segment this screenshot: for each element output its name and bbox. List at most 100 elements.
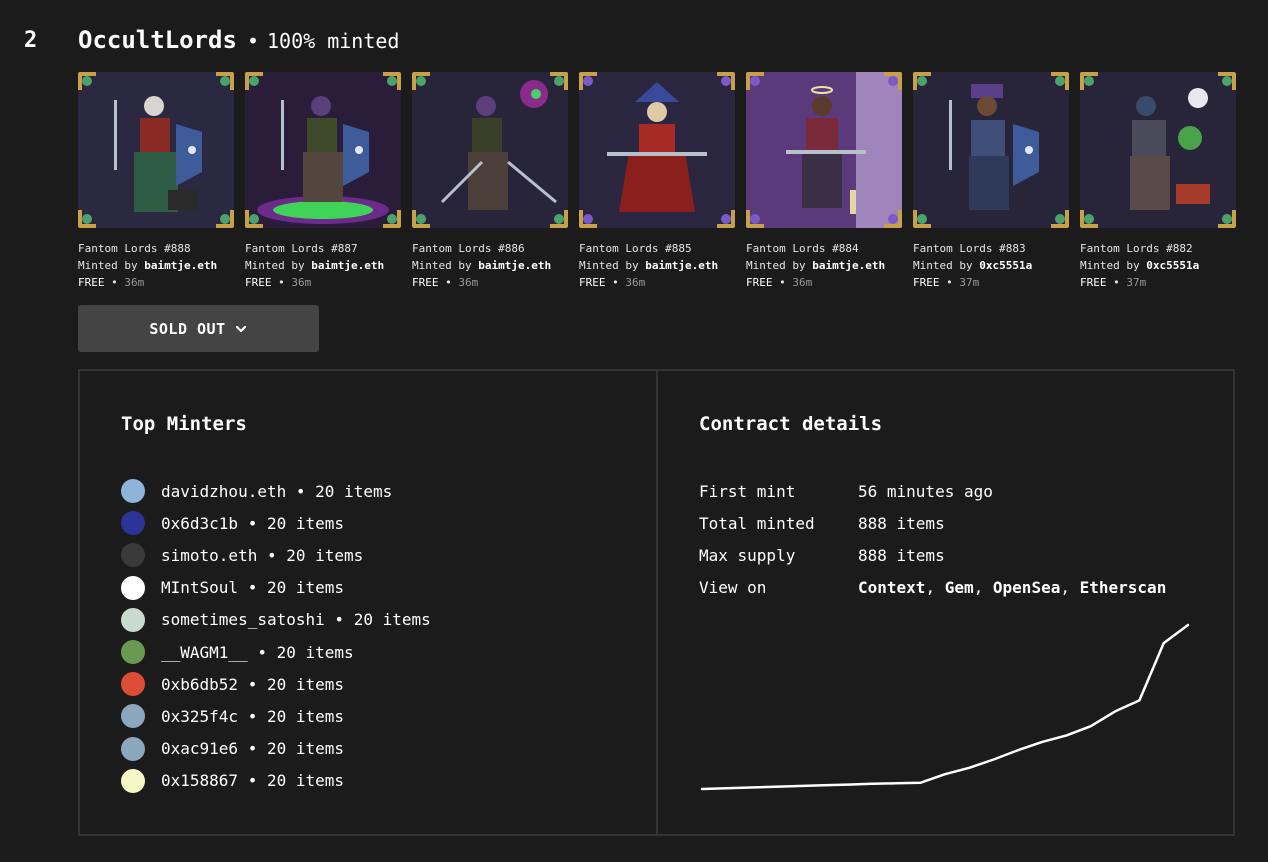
minter-name[interactable]: sometimes_satoshi [161,610,325,629]
nft-thumbnail[interactable] [913,72,1069,228]
minter-name[interactable]: 0xac91e6 [161,739,238,758]
chart-series-line [700,623,1190,791]
nft-thumbnail[interactable] [78,72,234,228]
nft-price-time: FREE • 37m [913,276,980,289]
minter-link[interactable]: baimtje.eth [144,259,217,272]
top-minter-row[interactable]: 0xac91e6 • 20 items [121,733,431,765]
link-opensea[interactable]: OpenSea [993,578,1060,597]
detail-row-view-on: View on Context, Gem, OpenSea, Etherscan [699,572,1166,604]
avatar [121,768,145,793]
collection-name[interactable]: OccultLords [78,26,237,54]
nft-name: Fantom Lords #883 [913,242,1026,255]
minter-name[interactable]: simoto.eth [161,546,257,565]
minter-link[interactable]: baimtje.eth [645,259,718,272]
link-etherscan[interactable]: Etherscan [1080,578,1167,597]
minter-count: 20 items [353,610,431,630]
nft-minted-by: Minted by 0xc5551a [1080,259,1200,272]
avatar [121,672,145,697]
minted-percentage: 100% minted [267,29,400,53]
top-minter-row[interactable]: 0x325f4c • 20 items [121,700,431,732]
mint-progress-chart [700,623,1190,791]
top-minter-row[interactable]: 0x6d3c1b • 20 items [121,507,431,539]
avatar [121,543,145,568]
minter-name[interactable]: MIntSoul [161,578,238,597]
nft-thumbnail[interactable] [1080,72,1236,228]
nft-thumbnail[interactable] [245,72,401,228]
view-on-links: Context, Gem, OpenSea, Etherscan [858,578,1167,598]
top-minters-list: davidzhou.eth • 20 items 0x6d3c1b • 20 i… [121,475,431,797]
top-minter-row[interactable]: 0x158867 • 20 items [121,765,431,797]
sold-out-button[interactable]: SOLD OUT [78,305,319,352]
header-separator: • [246,29,259,53]
avatar [121,704,145,729]
minter-name[interactable]: davidzhou.eth [161,482,286,501]
minter-name[interactable]: __WAGM1__ [161,643,248,662]
sold-out-label: SOLD OUT [149,319,226,338]
nft-name: Fantom Lords #887 [245,242,358,255]
minter-count: 20 items [266,706,345,726]
nft-price-time: FREE • 36m [579,276,646,289]
stats-panel: Top Minters davidzhou.eth • 20 items 0x6… [78,369,1235,836]
minter-link[interactable]: baimtje.eth [478,259,551,272]
nft-card[interactable]: Fantom Lords #883 Minted by 0xc5551a FRE… [913,72,1069,291]
top-minter-row[interactable]: MIntSoul • 20 items [121,572,431,604]
nft-card[interactable]: Fantom Lords #886 Minted by baimtje.eth … [412,72,568,291]
link-context[interactable]: Context [858,578,925,597]
nft-minted-by: Minted by 0xc5551a [913,259,1033,272]
nft-thumbnail[interactable] [579,72,735,228]
nft-card[interactable]: Fantom Lords #888 Minted by baimtje.eth … [78,72,234,291]
top-minter-row[interactable]: sometimes_satoshi • 20 items [121,604,431,636]
avatar [121,479,145,504]
nft-price-time: FREE • 36m [412,276,479,289]
nft-name: Fantom Lords #888 [78,242,191,255]
minter-name[interactable]: 0x158867 [161,771,238,790]
minter-link[interactable]: 0xc5551a [979,259,1032,272]
minter-name[interactable]: 0x6d3c1b [161,514,238,533]
minter-name[interactable]: 0x325f4c [161,707,238,726]
collection-header: OccultLords • 100% minted [78,26,399,54]
minter-count: 20 items [266,674,345,694]
top-minters-section: Top Minters davidzhou.eth • 20 items 0x6… [80,371,658,834]
top-minter-row[interactable]: simoto.eth • 20 items [121,539,431,571]
minter-name[interactable]: 0xb6db52 [161,675,238,694]
nft-card[interactable]: Fantom Lords #885 Minted by baimtje.eth … [579,72,735,291]
nft-card[interactable]: Fantom Lords #884 Minted by baimtje.eth … [746,72,902,291]
nft-thumbnail[interactable] [746,72,902,228]
nft-card[interactable]: Fantom Lords #882 Minted by 0xc5551a FRE… [1080,72,1236,291]
nft-card[interactable]: Fantom Lords #887 Minted by baimtje.eth … [245,72,401,291]
minter-count: 20 items [315,481,393,501]
nft-name: Fantom Lords #886 [412,242,525,255]
nft-price-time: FREE • 36m [78,276,145,289]
minter-link[interactable]: baimtje.eth [812,259,885,272]
avatar [121,511,145,536]
top-minter-row[interactable]: __WAGM1__ • 20 items [121,636,431,668]
recent-mints-row: Fantom Lords #888 Minted by baimtje.eth … [78,72,1236,291]
detail-value: 888 items [858,513,945,533]
contract-details-section: Contract details First mint 56 minutes a… [658,371,1233,834]
nft-name: Fantom Lords #884 [746,242,859,255]
avatar [121,640,145,665]
nft-minted-by: Minted by baimtje.eth [78,259,218,272]
nft-minted-by: Minted by baimtje.eth [245,259,385,272]
minter-count: 20 items [286,545,364,565]
top-minter-row[interactable]: 0xb6db52 • 20 items [121,668,431,700]
detail-row-max-supply: Max supply 888 items [699,539,1166,571]
nft-name: Fantom Lords #882 [1080,242,1193,255]
avatar [121,575,145,600]
link-gem[interactable]: Gem [945,578,974,597]
minter-count: 20 items [266,578,345,598]
nft-name: Fantom Lords #885 [579,242,692,255]
detail-value: 888 items [858,545,945,565]
top-minter-row[interactable]: davidzhou.eth • 20 items [121,475,431,507]
minter-count: 20 items [266,771,345,791]
collection-rank: 2 [24,28,39,53]
nft-minted-by: Minted by baimtje.eth [412,259,552,272]
contract-details-title: Contract details [699,413,883,435]
contract-details-table: First mint 56 minutes ago Total minted 8… [699,475,1166,604]
nft-thumbnail[interactable] [412,72,568,228]
minter-link[interactable]: baimtje.eth [311,259,384,272]
detail-label: Max supply [699,545,796,565]
minter-count: 20 items [266,739,345,759]
minter-link[interactable]: 0xc5551a [1146,259,1199,272]
nft-minted-by: Minted by baimtje.eth [579,259,719,272]
